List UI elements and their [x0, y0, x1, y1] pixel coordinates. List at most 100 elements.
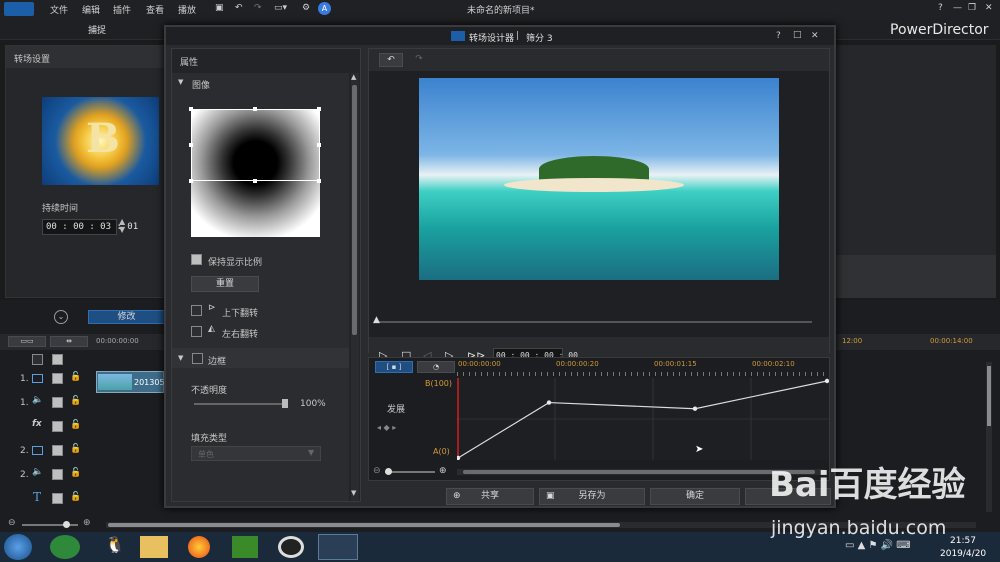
kf-view-toggle-button[interactable]: [ ▪ ]	[375, 361, 413, 373]
handle-tl[interactable]	[189, 107, 193, 111]
track-audio-1[interactable]: 1. 🔈 🔓	[0, 392, 92, 414]
menu-view[interactable]: 查看	[146, 3, 164, 16]
taskbar-app-360-icon[interactable]	[50, 535, 80, 559]
keyframe-point-2[interactable]	[692, 406, 698, 411]
mask-selection-box[interactable]	[191, 109, 320, 181]
collapse-arrow-icon[interactable]: ▼	[178, 354, 183, 362]
props-scroll-thumb[interactable]	[352, 85, 357, 335]
menu-plugins[interactable]: 插件	[113, 3, 131, 16]
track-video-1[interactable]: 1. 🔓	[0, 368, 92, 390]
clock-date[interactable]: 2019/4/20	[940, 549, 986, 559]
save-as-button[interactable]: ▣ 另存为	[539, 488, 645, 505]
track-video-2[interactable]: 2. 🔓	[0, 440, 92, 462]
keep-ratio-checkbox[interactable]	[191, 254, 202, 265]
taskbar-media-icon[interactable]	[232, 536, 258, 558]
collapse-arrow-icon[interactable]: ▼	[178, 78, 183, 86]
collapse-toggle-icon[interactable]: ⌄	[54, 310, 68, 324]
seek-thumb-icon[interactable]: ▲	[373, 315, 380, 325]
minimize-icon[interactable]: —	[953, 3, 962, 13]
tab-capture[interactable]: 捕捉	[88, 23, 106, 36]
menu-play[interactable]: 播放	[178, 3, 196, 16]
taskbar-firefox-icon[interactable]	[188, 536, 210, 558]
border-checkbox[interactable]	[192, 353, 203, 364]
fill-type-select[interactable]: 单色 ▼	[191, 446, 321, 461]
lock-icon[interactable]: 🔓	[70, 372, 81, 382]
handle-bl[interactable]	[189, 179, 193, 183]
preview-seek-track[interactable]	[377, 321, 812, 323]
keyframe-curve[interactable]	[457, 378, 829, 460]
hscroll-thumb[interactable]	[108, 523, 620, 527]
handle-bm[interactable]	[253, 179, 257, 183]
help-icon[interactable]: ?	[938, 3, 943, 13]
opacity-slider-thumb[interactable]	[282, 399, 288, 408]
lock-icon[interactable]: 🔓	[70, 444, 81, 454]
undo-button[interactable]: ↶	[379, 53, 403, 67]
redo-icon[interactable]: ↷	[254, 3, 262, 13]
kf-hscroll-thumb[interactable]	[463, 470, 815, 474]
kf-zoom-slider[interactable]	[385, 471, 435, 473]
opacity-slider[interactable]	[194, 403, 286, 405]
menu-edit[interactable]: 编辑	[82, 3, 100, 16]
lock-icon[interactable]: 🔓	[70, 468, 81, 478]
settings-gear-icon[interactable]: ⚙	[302, 3, 310, 13]
zoom-slider-thumb[interactable]	[63, 521, 70, 528]
dialog-close-icon[interactable]: ✕	[811, 31, 819, 41]
track-enable-check[interactable]	[52, 397, 63, 408]
track-title[interactable]: T 🔓	[0, 488, 92, 510]
edit-button[interactable]: 修改	[88, 310, 165, 324]
start-button[interactable]	[4, 534, 32, 560]
track-enable-check[interactable]	[52, 469, 63, 480]
dialog-help-icon[interactable]: ?	[776, 31, 781, 41]
taskbar-explorer-icon[interactable]	[140, 536, 168, 558]
ok-button[interactable]: 确定	[650, 488, 740, 505]
zoom-out-icon[interactable]: ⊖	[8, 518, 16, 528]
props-vscrollbar[interactable]: ▲ ▼	[351, 73, 359, 501]
timeline-clip[interactable]: 201305	[96, 371, 165, 393]
mask-image[interactable]	[189, 107, 321, 237]
handle-tr[interactable]	[317, 107, 321, 111]
transition-thumbnail[interactable]: B	[42, 97, 159, 185]
scroll-down-icon[interactable]: ▼	[351, 489, 356, 497]
account-icon[interactable]: A	[318, 2, 331, 15]
track-enable-check[interactable]	[52, 421, 63, 432]
menu-file[interactable]: 文件	[50, 3, 68, 16]
track-enable-check[interactable]	[52, 445, 63, 456]
track-fx[interactable]: fx 🔓	[0, 416, 92, 438]
aspect-icon[interactable]: ▭▾	[274, 3, 287, 13]
track-enable-check[interactable]	[52, 373, 63, 384]
track-manager-button[interactable]: ▭▭	[8, 336, 46, 347]
flip-horizontal-checkbox[interactable]	[191, 326, 202, 337]
keyframe-point-3[interactable]	[824, 378, 829, 384]
track-all-check[interactable]	[52, 354, 63, 365]
save-icon[interactable]: ▣	[215, 3, 224, 13]
flip-vertical-checkbox[interactable]	[191, 305, 202, 316]
lock-icon[interactable]: 🔓	[70, 396, 81, 406]
handle-br[interactable]	[317, 179, 321, 183]
reset-button[interactable]: 重置	[191, 276, 259, 292]
undo-icon[interactable]: ↶	[235, 3, 243, 13]
lock-icon[interactable]: 🔓	[70, 420, 81, 430]
close-icon[interactable]: ✕	[985, 3, 993, 13]
kf-zoom-out-icon[interactable]: ⊖	[373, 466, 381, 476]
fit-timeline-button[interactable]: ⇹	[50, 336, 88, 347]
dialog-maximize-icon[interactable]: □	[793, 30, 802, 40]
handle-ml[interactable]	[189, 143, 193, 147]
lock-icon[interactable]: 🔓	[70, 492, 81, 502]
taskbar-qq-icon[interactable]: 🐧	[100, 535, 130, 559]
kf-zoom-in-icon[interactable]: ⊕	[439, 466, 447, 476]
kf-zoom-thumb[interactable]	[385, 468, 392, 475]
duration-stepper-icon[interactable]: ▲ ▼	[119, 218, 125, 234]
track-enable-check[interactable]	[52, 493, 63, 504]
restore-icon[interactable]: ❐	[968, 3, 976, 13]
zoom-in-icon[interactable]: ⊕	[83, 518, 91, 528]
kf-nav-icons[interactable]: ◂ ◆ ▸	[377, 423, 396, 432]
handle-mr[interactable]	[317, 143, 321, 147]
scroll-up-icon[interactable]: ▲	[351, 73, 356, 81]
taskbar-record-icon[interactable]	[278, 536, 304, 558]
track-audio-2[interactable]: 2. 🔈 🔓	[0, 464, 92, 486]
redo-button[interactable]: ↷	[407, 53, 431, 67]
keyframe-point-1[interactable]	[546, 400, 552, 405]
kf-clock-button[interactable]: ◔	[417, 361, 455, 373]
track-all-box[interactable]	[32, 354, 43, 365]
handle-tm[interactable]	[253, 107, 257, 111]
